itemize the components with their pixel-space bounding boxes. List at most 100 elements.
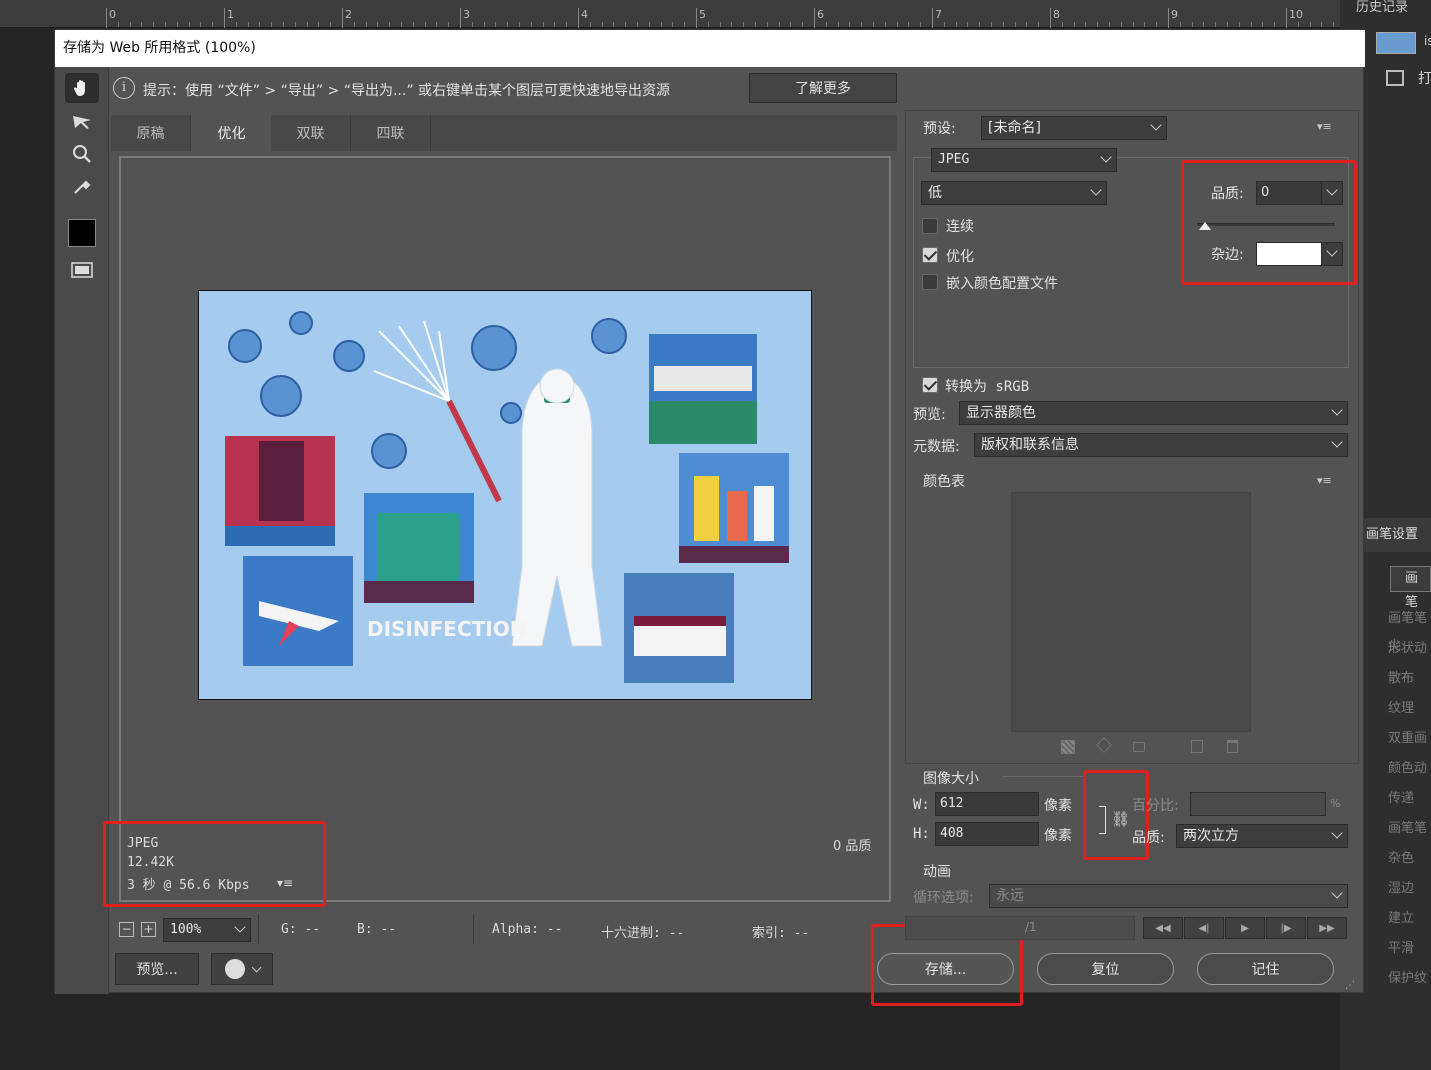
ruler-minor-tick bbox=[1026, 22, 1028, 27]
zoom-in-button[interactable]: + bbox=[141, 922, 156, 937]
ruler-minor-tick bbox=[861, 22, 863, 27]
preset-value: [未命名] bbox=[988, 120, 1041, 136]
remember-button[interactable]: 记住 bbox=[1197, 953, 1334, 985]
ruler-minor-tick bbox=[1073, 22, 1075, 27]
ruler-minor-tick bbox=[1097, 22, 1099, 27]
loop-options-value: 永远 bbox=[996, 888, 1024, 904]
tab-2-up[interactable]: 双联 bbox=[271, 115, 351, 151]
preview-button[interactable]: 预览... bbox=[115, 953, 199, 985]
ruler-minor-tick bbox=[601, 22, 603, 27]
next-frame-button[interactable]: |▶ bbox=[1266, 917, 1306, 939]
ruler-minor-tick bbox=[471, 22, 473, 27]
learn-more-button[interactable]: 了解更多 bbox=[749, 73, 897, 103]
ruler-tick: 6 bbox=[814, 8, 824, 28]
metadata-label: 元数据: bbox=[913, 439, 960, 455]
animation-label: 动画 bbox=[923, 864, 951, 880]
ruler-minor-tick bbox=[247, 22, 249, 27]
preset-label: 预设: bbox=[923, 121, 956, 137]
quality-level-select[interactable]: 低 bbox=[921, 181, 1107, 205]
ruler-minor-tick bbox=[1156, 22, 1158, 27]
tab-original[interactable]: 原稿 bbox=[111, 115, 191, 151]
metadata-select[interactable]: 版权和联系信息 bbox=[974, 433, 1348, 457]
browser-preview-select[interactable] bbox=[211, 953, 273, 985]
color-table-grid[interactable] bbox=[1011, 492, 1251, 732]
ruler-tick: 0 bbox=[106, 8, 116, 28]
hand-icon bbox=[73, 80, 85, 96]
ruler-minor-tick bbox=[1144, 22, 1146, 27]
quality-level-value: 低 bbox=[928, 185, 942, 201]
color-table-label: 颜色表 bbox=[923, 474, 965, 490]
ruler-minor-tick bbox=[259, 22, 261, 27]
percent-sign: % bbox=[1330, 797, 1341, 810]
ruler-minor-tick bbox=[1274, 22, 1276, 27]
format-select[interactable]: JPEG bbox=[931, 148, 1117, 172]
status-divider bbox=[258, 914, 259, 944]
resample-select[interactable]: 两次立方 bbox=[1176, 824, 1348, 848]
tab-optimized[interactable]: 优化 bbox=[192, 115, 272, 151]
ruler-minor-tick bbox=[637, 22, 638, 27]
optimized-image-preview[interactable]: DISINFECTION bbox=[198, 290, 812, 700]
preset-menu-icon[interactable]: ▾≡ bbox=[1317, 120, 1332, 133]
brush-settings-tab[interactable]: 画笔设置 bbox=[1362, 518, 1431, 552]
optimized-checkbox[interactable] bbox=[922, 247, 938, 263]
ruler-minor-tick bbox=[1309, 22, 1311, 27]
first-frame-button[interactable]: ◀◀ bbox=[1143, 917, 1183, 939]
ruler-minor-tick bbox=[790, 22, 792, 27]
eyedropper-color-swatch[interactable] bbox=[68, 219, 96, 247]
slice-select-tool[interactable] bbox=[65, 107, 99, 137]
previous-frame-button[interactable]: ◀| bbox=[1184, 917, 1224, 939]
reset-button[interactable]: 复位 bbox=[1037, 953, 1174, 985]
resize-grip-icon[interactable]: ⋰ bbox=[1345, 980, 1355, 991]
ruler-minor-tick bbox=[873, 22, 874, 27]
color-table-menu-icon[interactable]: ▾≡ bbox=[1317, 474, 1332, 487]
height-input[interactable]: 408 bbox=[935, 822, 1039, 846]
convert-srgb-checkbox[interactable] bbox=[922, 377, 938, 393]
ruler-minor-tick bbox=[648, 22, 650, 27]
ruler-minor-tick bbox=[613, 22, 615, 27]
transparency-icon[interactable] bbox=[1061, 740, 1075, 754]
loop-options-select[interactable]: 永远 bbox=[989, 884, 1348, 908]
ruler-minor-tick bbox=[530, 22, 532, 27]
ruler-minor-tick bbox=[330, 22, 332, 27]
ruler-minor-tick bbox=[1262, 22, 1264, 27]
toggle-slices-tool[interactable] bbox=[65, 255, 99, 285]
trash-icon[interactable] bbox=[1227, 740, 1238, 753]
frame-counter: /1 bbox=[1025, 920, 1037, 934]
ruler-minor-tick bbox=[955, 22, 957, 27]
zoom-tool[interactable] bbox=[65, 139, 99, 169]
ruler-minor-tick bbox=[1250, 22, 1252, 27]
lock-icon[interactable] bbox=[1133, 742, 1145, 752]
tab-4-up[interactable]: 四联 bbox=[351, 115, 431, 151]
ruler-minor-tick bbox=[542, 22, 544, 27]
ruler-minor-tick bbox=[200, 22, 202, 27]
ruler-minor-tick bbox=[212, 22, 214, 27]
eyedropper-tool[interactable] bbox=[65, 171, 99, 201]
zoom-level-select[interactable]: 100% bbox=[163, 918, 251, 942]
image-size-rule bbox=[1003, 776, 1083, 777]
ruler-minor-tick bbox=[849, 22, 851, 27]
ruler-minor-tick bbox=[153, 22, 155, 27]
frame-counter-box[interactable] bbox=[905, 916, 1135, 940]
ruler-minor-tick bbox=[412, 22, 414, 27]
last-frame-button[interactable]: ▶▶ bbox=[1307, 917, 1347, 939]
ruler-minor-tick bbox=[353, 22, 355, 27]
width-input[interactable]: 612 bbox=[935, 792, 1039, 816]
history-thumbnail[interactable] bbox=[1376, 32, 1416, 54]
zoom-out-button[interactable]: − bbox=[119, 922, 134, 937]
tab-bar-fill bbox=[431, 115, 897, 151]
preview-select[interactable]: 显示器颜色 bbox=[959, 401, 1348, 425]
ruler-minor-tick bbox=[1061, 22, 1063, 27]
hand-tool[interactable] bbox=[65, 73, 99, 103]
save-for-web-dialog: 存储为 Web 所用格式 (100%) i 提示：使用 “文件” > “导出” … bbox=[54, 29, 1365, 1006]
ruler-minor-tick bbox=[660, 22, 662, 27]
percent-input[interactable] bbox=[1190, 792, 1326, 816]
brush-button[interactable]: 画笔 bbox=[1390, 566, 1431, 610]
preset-select[interactable]: [未命名] bbox=[981, 116, 1167, 140]
document-icon[interactable] bbox=[1386, 70, 1404, 86]
new-color-icon[interactable] bbox=[1191, 740, 1203, 753]
progressive-checkbox[interactable] bbox=[922, 218, 938, 234]
play-button[interactable]: ▶ bbox=[1225, 917, 1265, 939]
loop-options-label: 循环选项: bbox=[913, 890, 974, 906]
ruler-minor-tick bbox=[837, 22, 839, 27]
embed-profile-checkbox[interactable] bbox=[922, 274, 938, 290]
